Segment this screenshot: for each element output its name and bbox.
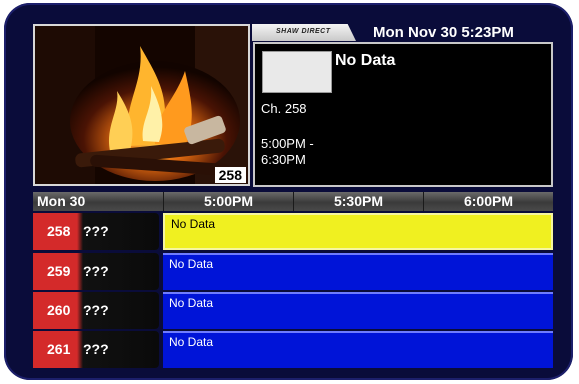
channel-number: 260: [47, 302, 71, 318]
program-cell-title: No Data: [169, 296, 214, 310]
preview-channel-tag: 258: [214, 167, 246, 183]
program-info-panel: No Data Ch. 258 5:00PM - 6:30PM: [253, 42, 553, 187]
program-cell[interactable]: No Data: [163, 331, 553, 368]
program-cell-title: No Data: [169, 257, 214, 271]
program-cell-title: No Data: [169, 335, 214, 349]
timebar-date: Mon 30: [37, 193, 86, 209]
timeslot-2[interactable]: 5:30PM: [293, 192, 423, 211]
channel-number: 258: [47, 223, 71, 239]
fireplace-image: [35, 26, 248, 184]
channel-cell[interactable]: 260 ???: [33, 292, 159, 329]
shaw-direct-logo: SHAW DIRECT: [276, 28, 331, 35]
clock: Mon Nov 30 5:23PM: [373, 24, 514, 41]
timeslot-3[interactable]: 6:00PM: [423, 192, 553, 211]
channel-cell[interactable]: 259 ???: [33, 253, 159, 290]
guide-row: 261 ??? No Data: [33, 331, 553, 368]
guide-row: 260 ??? No Data: [33, 292, 553, 329]
timeslot-1[interactable]: 5:00PM: [163, 192, 293, 211]
channel-name: ???: [83, 223, 109, 239]
guide-screen: 258 SHAW DIRECT Mon Nov 30 5:23PM No Dat…: [4, 3, 573, 380]
channel-name: ???: [83, 341, 109, 357]
brand-tab: SHAW DIRECT: [252, 24, 356, 41]
guide-row: 259 ??? No Data: [33, 253, 553, 290]
channel-number: 259: [47, 263, 71, 279]
program-time-end: 6:30PM: [261, 152, 306, 167]
program-title: No Data: [335, 52, 396, 69]
channel-name: ???: [83, 263, 109, 279]
channel-number: 261: [47, 341, 71, 357]
guide-row: 258 ??? No Data: [33, 213, 553, 250]
channel-name: ???: [83, 302, 109, 318]
live-preview: 258: [33, 24, 250, 186]
program-cell[interactable]: No Data: [163, 253, 553, 290]
channel-cell[interactable]: 258 ???: [33, 213, 159, 250]
channel-cell[interactable]: 261 ???: [33, 331, 159, 368]
program-channel: Ch. 258: [261, 101, 307, 116]
program-cell-selected[interactable]: No Data: [163, 213, 553, 250]
program-thumbnail: [262, 51, 332, 93]
program-cell[interactable]: No Data: [163, 292, 553, 329]
program-time-start: 5:00PM -: [261, 136, 314, 151]
time-bar: Mon 30 5:00PM 5:30PM 6:00PM: [33, 192, 553, 211]
program-cell-title: No Data: [171, 217, 216, 231]
